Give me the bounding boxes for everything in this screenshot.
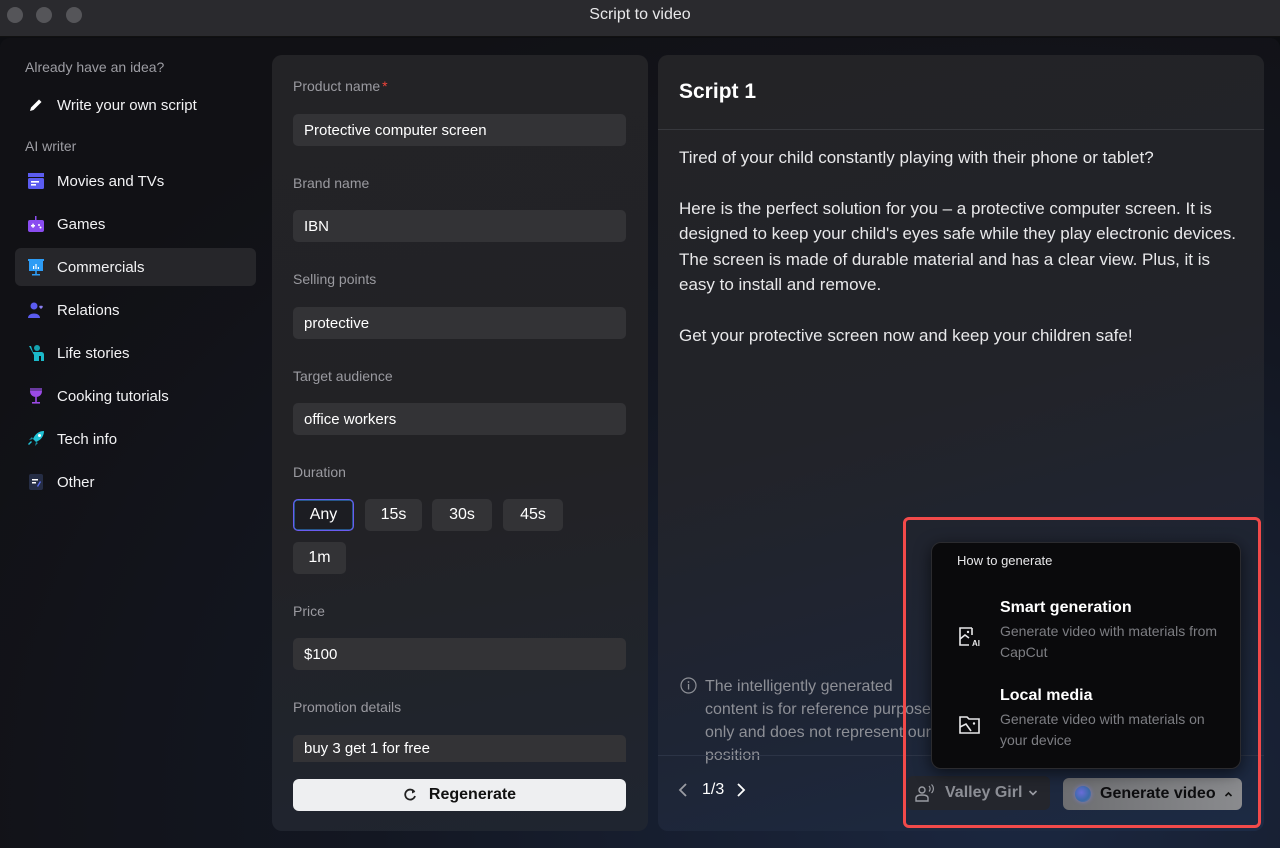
gamepad-icon (27, 215, 45, 233)
idea-section-label: Already have an idea? (25, 59, 165, 75)
local-media-desc: Generate video with materials on your de… (1000, 711, 1205, 748)
sidebar-item-label: Movies and TVs (57, 172, 165, 190)
regenerate-button[interactable]: Regenerate (293, 779, 626, 811)
duration-label: Duration (293, 464, 346, 480)
sidebar-item-label: Games (57, 215, 106, 233)
selling-points-label: Selling points (293, 271, 377, 287)
smart-generation-desc: Generate video with materials from CapCu… (1000, 623, 1218, 660)
next-script-button[interactable] (736, 782, 746, 798)
product-name-input[interactable] (293, 114, 626, 146)
sidebar-item-label: Commercials (57, 258, 145, 276)
duration-option-30s[interactable]: 30s (432, 499, 492, 531)
target-audience-label: Target audience (293, 368, 393, 384)
price-label: Price (293, 603, 325, 619)
script-to-video-window: Already have an idea? Write your own scr… (0, 38, 1280, 848)
sidebar-item-relations[interactable]: Relations (15, 291, 256, 329)
promotion-details-label: Promotion details (293, 699, 402, 715)
sidebar: Already have an idea? Write your own scr… (0, 38, 270, 848)
pencil-icon (27, 96, 45, 114)
sidebar-item-label: Other (57, 473, 95, 491)
brand-name-label: Brand name (293, 175, 370, 191)
sidebar-item-other[interactable]: Other (15, 463, 256, 501)
target-audience-input[interactable] (293, 403, 626, 435)
smart-generation-title: Smart generation (1000, 599, 1132, 616)
how-to-generate-menu: How to generate AI Smart generation Gene… (931, 542, 1241, 769)
info-icon (680, 677, 697, 767)
title-bar: Script to video (0, 0, 1280, 37)
regenerate-label: Regenerate (428, 786, 517, 803)
promotion-details-input[interactable] (293, 735, 626, 762)
duration-option-1m[interactable]: 1m (293, 542, 346, 574)
voice-selector[interactable]: Valley Girl (907, 776, 1051, 810)
presentation-icon (27, 258, 45, 276)
folder-image-icon (958, 715, 982, 735)
sidebar-item-label: Cooking tutorials (57, 387, 169, 405)
menu-item-local-media[interactable]: Local media Generate video with material… (932, 687, 1240, 767)
sidebar-item-label: Relations (57, 301, 120, 319)
waving-person-icon (27, 344, 45, 362)
ai-orb-icon (1075, 786, 1091, 802)
chevron-down-icon (1028, 789, 1038, 797)
sidebar-item-life-stories[interactable]: Life stories (15, 334, 256, 372)
svg-text:AI: AI (972, 639, 980, 647)
window-title: Script to video (589, 6, 691, 23)
menu-title: How to generate (957, 553, 1053, 568)
generate-video-label: Generate video (1100, 785, 1216, 802)
script-text[interactable]: Tired of your child constantly playing w… (679, 145, 1239, 373)
chevron-up-icon (1224, 791, 1233, 798)
script-title: Script 1 (679, 80, 757, 103)
price-input[interactable] (293, 638, 626, 670)
sidebar-item-label: Tech info (57, 430, 118, 448)
menu-item-smart-generation[interactable]: AI Smart generation Generate video with … (932, 599, 1240, 679)
sidebar-item-movies-and-tvs[interactable]: Movies and TVs (15, 162, 256, 200)
local-media-title: Local media (1000, 687, 1093, 704)
sidebar-item-cooking-tutorials[interactable]: Cooking tutorials (15, 377, 256, 415)
header-divider (658, 129, 1264, 130)
wine-glass-icon (27, 387, 45, 405)
voice-speaker-icon (915, 784, 935, 802)
page-indicator: 1/3 (702, 781, 725, 798)
note-edit-icon (27, 473, 45, 491)
script-paragraph: Here is the perfect solution for you – a… (679, 198, 1236, 295)
product-form-panel: Product name* Brand name Selling points … (272, 55, 648, 831)
sidebar-item-label: Life stories (57, 344, 130, 362)
brand-name-input[interactable] (293, 210, 626, 242)
script-paragraph: Get your protective screen now and keep … (679, 325, 1133, 345)
clapperboard-icon (27, 172, 45, 190)
disclaimer-notice: The intelligently generated content is f… (680, 675, 945, 767)
write-own-script-button[interactable]: Write your own script (15, 86, 256, 124)
duration-option-any[interactable]: Any (293, 499, 354, 531)
sidebar-item-commercials[interactable]: Commercials (15, 248, 256, 286)
script-pager: 1/3 (678, 781, 746, 799)
previous-script-button[interactable] (678, 782, 688, 798)
required-asterisk: * (382, 78, 388, 94)
duration-option-15s[interactable]: 15s (365, 499, 422, 531)
generate-video-button[interactable]: Generate video (1063, 778, 1242, 810)
selling-points-input[interactable] (293, 307, 626, 339)
sidebar-item-games[interactable]: Games (15, 205, 256, 243)
people-heart-icon (27, 301, 45, 319)
ai-image-icon: AI (958, 627, 982, 647)
script-paragraph: Tired of your child constantly playing w… (679, 148, 1154, 167)
ai-writer-section-label: AI writer (25, 138, 77, 154)
refresh-icon (403, 788, 417, 802)
rocket-icon (27, 430, 45, 448)
product-name-label: Product name * (293, 78, 388, 94)
duration-option-45s[interactable]: 45s (503, 499, 563, 531)
voice-name: Valley Girl (945, 784, 1023, 801)
disclaimer-text: The intelligently generated content is f… (705, 678, 939, 764)
write-own-script-label: Write your own script (57, 96, 197, 114)
sidebar-item-tech-info[interactable]: Tech info (15, 420, 256, 458)
